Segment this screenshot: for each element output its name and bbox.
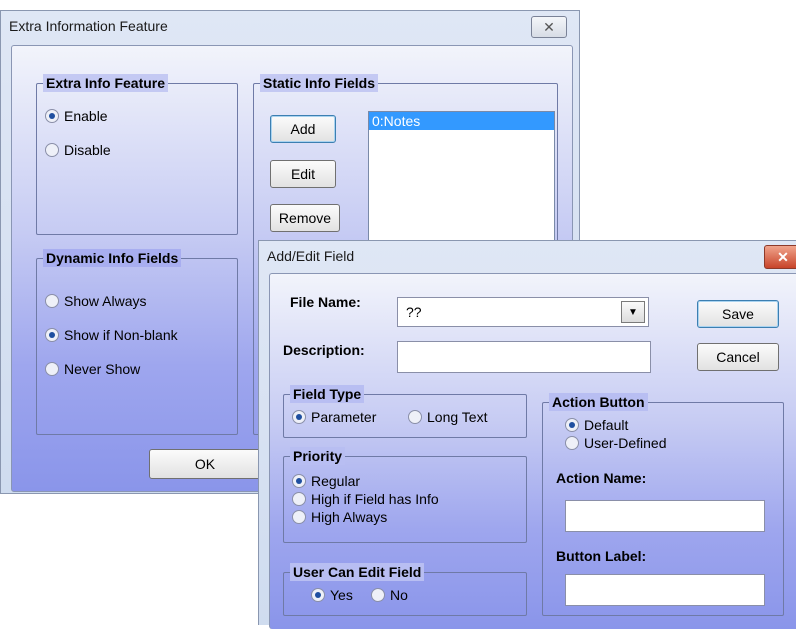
chevron-down-icon[interactable]: ▼ [621, 301, 645, 323]
close-icon[interactable]: ✕ [531, 16, 567, 38]
radio-selected-icon [311, 588, 325, 602]
file-name-label: File Name: [290, 294, 361, 310]
file-name-value: ?? [406, 304, 422, 320]
description-label: Description: [283, 342, 365, 358]
no-radio[interactable]: No [371, 587, 408, 603]
enable-radio-label: Enable [64, 108, 108, 124]
window-title: Extra Information Feature [9, 18, 168, 34]
dynamic-info-fields-group: Dynamic Info Fields Show Always Show if … [36, 249, 238, 435]
regular-radio[interactable]: Regular [292, 473, 360, 489]
user-defined-radio[interactable]: User-Defined [565, 435, 666, 451]
long-text-radio[interactable]: Long Text [408, 409, 487, 425]
yes-label: Yes [330, 587, 353, 603]
radio-selected-icon [292, 474, 306, 488]
title-bar: Extra Information Feature ✕ [1, 11, 579, 41]
close-icon[interactable]: ✕ [764, 245, 796, 269]
action-button-group: Action Button Default User-Defined Actio… [542, 393, 784, 616]
show-always-radio[interactable]: Show Always [45, 293, 146, 309]
extra-info-feature-label: Extra Info Feature [43, 74, 169, 92]
button-label-field[interactable] [565, 574, 765, 606]
high-if-field-has-info-radio[interactable]: High if Field has Info [292, 491, 439, 507]
remove-button[interactable]: Remove [270, 204, 340, 232]
user-defined-label: User-Defined [584, 435, 667, 451]
never-show-radio[interactable]: Never Show [45, 361, 140, 377]
regular-label: Regular [311, 473, 361, 489]
parameter-radio[interactable]: Parameter [292, 409, 376, 425]
add-edit-field-dialog: Add/Edit Field ✕ File Name: ?? ▼ Save De… [258, 240, 796, 629]
long-text-label: Long Text [427, 409, 488, 425]
static-info-fields-label: Static Info Fields [260, 74, 379, 92]
action-name-field[interactable] [565, 500, 765, 532]
radio-selected-icon [45, 109, 59, 123]
show-if-non-blank-label: Show if Non-blank [64, 327, 178, 343]
radio-unselected-icon [371, 588, 385, 602]
radio-selected-icon [292, 410, 306, 424]
dynamic-info-fields-label: Dynamic Info Fields [43, 249, 182, 267]
add-button[interactable]: Add [270, 115, 336, 143]
list-item[interactable]: 0:Notes [369, 112, 554, 130]
field-type-group: Field Type Parameter Long Text [283, 385, 527, 438]
show-if-non-blank-radio[interactable]: Show if Non-blank [45, 327, 178, 343]
extra-info-feature-group: Extra Info Feature Enable Disable [36, 74, 238, 235]
never-show-label: Never Show [64, 361, 141, 377]
radio-unselected-icon [45, 294, 59, 308]
default-label: Default [584, 417, 629, 433]
user-can-edit-field-label: User Can Edit Field [290, 563, 425, 581]
default-radio[interactable]: Default [565, 417, 628, 433]
yes-radio[interactable]: Yes [311, 587, 353, 603]
high-always-label: High Always [311, 509, 388, 525]
priority-group: Priority Regular High if Field has Info … [283, 447, 527, 543]
file-name-dropdown[interactable]: ?? ▼ [397, 297, 649, 327]
high-always-radio[interactable]: High Always [292, 509, 387, 525]
radio-selected-icon [45, 328, 59, 342]
radio-unselected-icon [292, 510, 306, 524]
disable-radio[interactable]: Disable [45, 142, 111, 158]
radio-unselected-icon [45, 143, 59, 157]
field-type-label: Field Type [290, 385, 365, 403]
radio-selected-icon [565, 418, 579, 432]
action-name-label: Action Name: [556, 470, 647, 486]
description-field[interactable] [397, 341, 651, 373]
dialog-panel: File Name: ?? ▼ Save Description: Cancel… [269, 273, 796, 629]
enable-radio[interactable]: Enable [45, 108, 108, 124]
dialog-title: Add/Edit Field [267, 248, 355, 264]
action-button-label: Action Button [549, 393, 648, 411]
radio-unselected-icon [408, 410, 422, 424]
edit-button[interactable]: Edit [270, 160, 336, 188]
high-if-field-has-info-label: High if Field has Info [311, 491, 439, 507]
show-always-label: Show Always [64, 293, 147, 309]
radio-unselected-icon [45, 362, 59, 376]
parameter-label: Parameter [311, 409, 377, 425]
disable-radio-label: Disable [64, 142, 111, 158]
save-button[interactable]: Save [697, 300, 779, 328]
no-label: No [390, 587, 408, 603]
dialog-title-bar: Add/Edit Field ✕ [259, 241, 796, 271]
priority-label: Priority [290, 447, 346, 465]
radio-unselected-icon [565, 436, 579, 450]
cancel-button[interactable]: Cancel [697, 343, 779, 371]
ok-button[interactable]: OK [149, 449, 261, 479]
button-label-label: Button Label: [556, 548, 647, 564]
radio-unselected-icon [292, 492, 306, 506]
user-can-edit-field-group: User Can Edit Field Yes No [283, 563, 527, 616]
